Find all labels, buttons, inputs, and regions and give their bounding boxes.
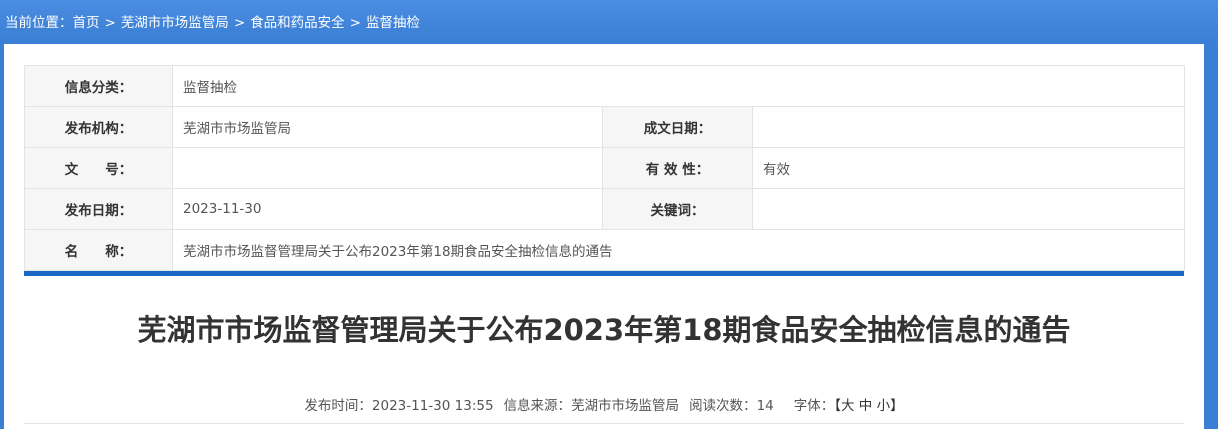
top-bar: 当前位置：首页 > 芜湖市市场监管局 > 食品和药品安全 > 监督抽检: [0, 0, 1218, 44]
name-label: 名 称：: [24, 229, 173, 271]
info-table: 信息分类： 监督抽检 发布机构： 芜湖市市场监管局 成文日期： 文 号： 有 效…: [24, 65, 1186, 271]
publish-time-value: 2023-11-30 13:55: [371, 398, 494, 414]
article-title: 芜湖市市场监督管理局关于公布2023年第18期食品安全抽检信息的通告: [137, 313, 1071, 347]
article-info: 发布时间：2023-11-30 13:55 信息来源：芜湖市市场监管局 阅读次数：1…: [24, 394, 1184, 414]
font-small-button[interactable]: 小: [877, 398, 891, 414]
keywords-value: [751, 188, 1186, 230]
views-value: 14: [756, 398, 774, 414]
breadcrumb-separator: >: [349, 15, 361, 31]
font-bracket-close: 】: [890, 398, 904, 414]
font-size-controls: 【大 中 小】: [834, 398, 903, 414]
breadcrumb-supervision-sampling[interactable]: 监督抽检: [366, 15, 420, 31]
divider: [24, 423, 1184, 424]
accent-divider: [24, 271, 1184, 276]
table-row: 信息分类： 监督抽检: [24, 65, 1186, 107]
breadcrumb-separator: >: [104, 15, 116, 31]
table-row: 文 号： 有 效 性： 有效: [24, 147, 1186, 189]
source-label: 信息来源：: [503, 398, 572, 414]
breadcrumb-separator: >: [233, 15, 246, 31]
name-value: 芜湖市市场监督管理局关于公布2023年第18期食品安全抽检信息的通告: [171, 229, 1186, 271]
source-value: 芜湖市市场监管局: [571, 398, 680, 414]
table-row: 发布日期： 2023-11-30 关键词：: [24, 188, 1186, 230]
publish-time-label: 发布时间：: [304, 398, 372, 414]
table-row: 发布机构： 芜湖市市场监管局 成文日期：: [24, 106, 1186, 148]
validity-value: 有效: [751, 147, 1186, 189]
breadcrumb-market-bureau[interactable]: 芜湖市市场监管局: [121, 15, 229, 31]
font-label: 字体：: [793, 398, 835, 414]
written-date-value: [751, 106, 1186, 148]
publish-date-label: 发布日期：: [24, 188, 173, 230]
publish-date-value: 2023-11-30: [172, 188, 603, 230]
category-value: 监督抽检: [171, 65, 1186, 107]
written-date-label: 成文日期：: [602, 106, 753, 148]
font-bracket-open: 【: [834, 398, 841, 414]
breadcrumb-food-drug-safety[interactable]: 食品和药品安全: [250, 15, 345, 31]
doc-no-value: [172, 147, 603, 189]
views-label: 阅读次数：: [689, 398, 757, 414]
breadcrumb-home[interactable]: 首页: [73, 15, 100, 31]
validity-label: 有 效 性：: [602, 147, 753, 189]
category-label: 信息分类：: [24, 65, 173, 107]
content-panel: 信息分类： 监督抽检 发布机构： 芜湖市市场监管局 成文日期： 文 号： 有 效…: [4, 44, 1204, 429]
doc-no-label: 文 号：: [24, 147, 173, 189]
font-medium-button[interactable]: 中: [859, 398, 873, 414]
keywords-label: 关键词：: [602, 188, 753, 230]
breadcrumb: 当前位置：首页 > 芜湖市市场监管局 > 食品和药品安全 > 监督抽检: [5, 14, 420, 32]
font-large-button[interactable]: 大: [841, 398, 855, 414]
table-row: 名 称： 芜湖市市场监督管理局关于公布2023年第18期食品安全抽检信息的通告: [24, 229, 1186, 271]
publisher-value: 芜湖市市场监管局: [172, 106, 603, 148]
breadcrumb-prefix: 当前位置：: [5, 15, 73, 31]
publisher-label: 发布机构：: [24, 106, 173, 148]
